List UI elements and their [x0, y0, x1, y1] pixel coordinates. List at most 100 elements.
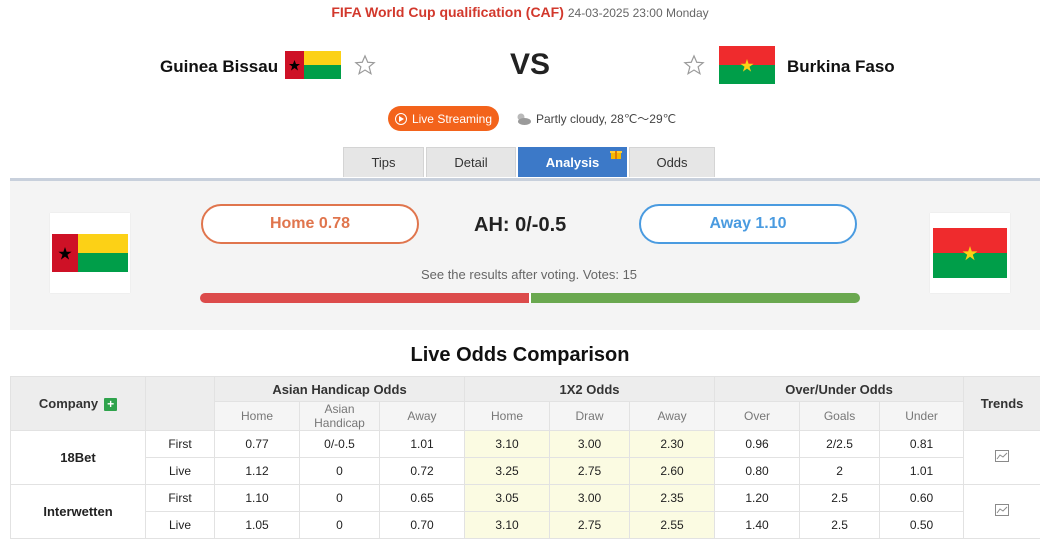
match-tabs: Tips Detail Analysis Odds [343, 147, 715, 177]
odds-cell: 0.81 [880, 431, 964, 458]
odds-cell: 3.00 [550, 431, 630, 458]
gift-icon [610, 149, 622, 159]
subheader-1x2-away: Away [630, 402, 715, 431]
trend-cell [964, 485, 1040, 539]
vote-home-button[interactable]: Home 0.78 [201, 204, 419, 244]
subheader-ah-away: Away [380, 402, 465, 431]
odds-cell: 3.00 [550, 485, 630, 512]
odds-cell: 1.12 [215, 458, 300, 485]
subheader-ou-over: Over [715, 402, 800, 431]
trend-chart-icon[interactable] [995, 504, 1009, 516]
home-team-name[interactable]: Guinea Bissau [160, 57, 278, 77]
favorite-home-star-icon[interactable] [354, 54, 376, 76]
weather-text: Partly cloudy, 28℃～29℃ [536, 110, 676, 127]
odds-line-type: Live [146, 512, 215, 539]
vote-away-button[interactable]: Away 1.10 [639, 204, 857, 244]
subheader-ou-goals: Goals [800, 402, 880, 431]
tab-odds[interactable]: Odds [629, 147, 715, 177]
subheader-ah-handicap: Asian Handicap [300, 402, 380, 431]
trends-header: Trends [964, 377, 1040, 431]
odds-cell: 0 [300, 458, 380, 485]
odds-cell: 2.55 [630, 512, 715, 539]
odds-section-title: Live Odds Comparison [0, 344, 1040, 367]
odds-cell: 2 [800, 458, 880, 485]
match-datetime: 24-03-2025 23:00 Monday [568, 6, 709, 20]
live-streaming-label: Live Streaming [412, 112, 492, 126]
asian-handicap-label: AH: 0/-0.5 [474, 214, 566, 237]
add-company-icon[interactable]: + [104, 398, 117, 411]
odds-cell: 3.10 [465, 431, 550, 458]
odds-line-type: First [146, 431, 215, 458]
voting-panel [10, 178, 1040, 330]
odds-cell: 2/2.5 [800, 431, 880, 458]
odds-cell: 2.5 [800, 485, 880, 512]
vs-label: VS [510, 48, 550, 82]
odds-cell: 2.35 [630, 485, 715, 512]
table-row: 18Bet First 0.77 0/-0.5 1.01 3.10 3.00 2… [11, 431, 1040, 458]
play-icon [395, 113, 407, 125]
odds-cell: 1.10 [215, 485, 300, 512]
vote-share-away [531, 293, 860, 303]
odds-cell: 0.77 [215, 431, 300, 458]
subheader-1x2-draw: Draw [550, 402, 630, 431]
away-team-name[interactable]: Burkina Faso [787, 57, 895, 77]
company-name[interactable]: 18Bet [11, 431, 146, 485]
1x2-header: 1X2 Odds [465, 377, 715, 402]
trend-chart-icon[interactable] [995, 450, 1009, 462]
odds-cell: 2.5 [800, 512, 880, 539]
match-header: FIFA World Cup qualification (CAF) 24-03-… [0, 4, 1040, 20]
asian-handicap-header: Asian Handicap Odds [215, 377, 465, 402]
tab-analysis[interactable]: Analysis [518, 147, 627, 177]
type-header [146, 377, 215, 431]
odds-cell: 0.60 [880, 485, 964, 512]
company-header-label: Company [39, 396, 98, 411]
subheader-1x2-home: Home [465, 402, 550, 431]
odds-cell: 1.01 [880, 458, 964, 485]
over-under-header: Over/Under Odds [715, 377, 964, 402]
odds-cell: 0.80 [715, 458, 800, 485]
table-row: Live 1.05 0 0.70 3.10 2.75 2.55 1.40 2.5… [11, 512, 1040, 539]
company-header: Company + [11, 377, 146, 431]
odds-cell: 2.75 [550, 458, 630, 485]
odds-cell: 0 [300, 485, 380, 512]
odds-cell: 0/-0.5 [300, 431, 380, 458]
odds-cell: 0.50 [880, 512, 964, 539]
odds-cell: 3.10 [465, 512, 550, 539]
odds-cell: 2.75 [550, 512, 630, 539]
odds-cell: 2.30 [630, 431, 715, 458]
odds-cell: 1.05 [215, 512, 300, 539]
company-name[interactable]: Interwetten [11, 485, 146, 539]
table-row: Interwetten First 1.10 0 0.65 3.05 3.00 … [11, 485, 1040, 512]
odds-cell: 0.72 [380, 458, 465, 485]
tab-detail[interactable]: Detail [426, 147, 516, 177]
table-row: Live 1.12 0 0.72 3.25 2.75 2.60 0.80 2 1… [11, 458, 1040, 485]
vote-share-bar [200, 293, 860, 303]
subheader-ou-under: Under [880, 402, 964, 431]
odds-line-type: Live [146, 458, 215, 485]
odds-line-type: First [146, 485, 215, 512]
league-name[interactable]: FIFA World Cup qualification (CAF) [331, 4, 564, 20]
vote-share-home [200, 293, 529, 303]
odds-cell: 0.70 [380, 512, 465, 539]
partly-cloudy-icon [514, 112, 532, 126]
live-streaming-button[interactable]: Live Streaming [388, 106, 499, 131]
odds-cell: 3.25 [465, 458, 550, 485]
odds-cell: 3.05 [465, 485, 550, 512]
weather-info: Partly cloudy, 28℃～29℃ [514, 110, 676, 127]
odds-cell: 1.01 [380, 431, 465, 458]
odds-cell: 1.40 [715, 512, 800, 539]
tab-analysis-label: Analysis [546, 155, 599, 170]
away-flag [719, 46, 775, 84]
favorite-away-star-icon[interactable] [683, 54, 705, 76]
odds-cell: 2.60 [630, 458, 715, 485]
odds-cell: 0.65 [380, 485, 465, 512]
odds-cell: 0 [300, 512, 380, 539]
subheader-ah-home: Home [215, 402, 300, 431]
odds-cell: 1.20 [715, 485, 800, 512]
trend-cell [964, 431, 1040, 485]
tab-tips[interactable]: Tips [343, 147, 424, 177]
home-flag [285, 51, 341, 79]
vote-note: See the results after voting. Votes: 15 [0, 267, 1040, 282]
odds-cell: 0.96 [715, 431, 800, 458]
odds-table: Company + Asian Handicap Odds 1X2 Odds Ov… [10, 376, 1040, 539]
